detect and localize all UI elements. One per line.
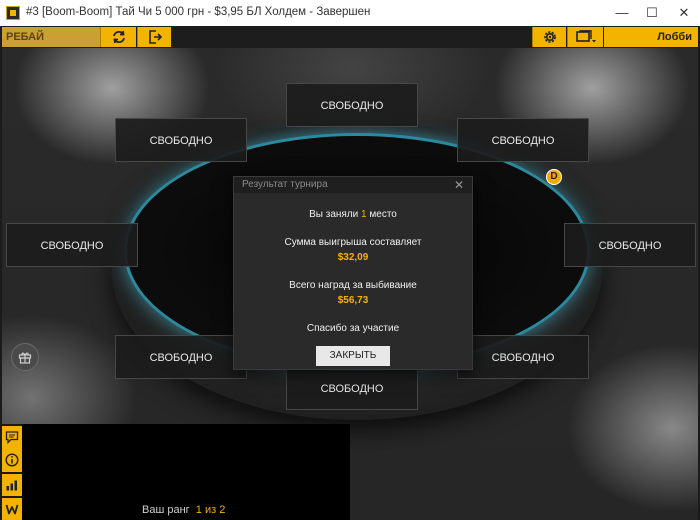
info-panel: Ваш ранг 1 из 2: [22, 424, 350, 520]
rank-value: 1 из 2: [195, 504, 226, 516]
bar-chart-icon: [6, 480, 17, 491]
winnings-label: Сумма выигрыша составляет: [284, 237, 422, 248]
close-window-button[interactable]: ✕: [668, 0, 700, 26]
gift-icon: [18, 352, 32, 364]
place-suffix: место: [366, 209, 397, 220]
seat-7[interactable]: СВОБОДНО: [457, 335, 589, 379]
refresh-icon: [112, 30, 125, 44]
tournament-result-dialog: Результат турнира ✕ Вы заняли 1 место Су…: [233, 176, 473, 370]
winnings-value: $32,09: [337, 252, 369, 263]
seat-4[interactable]: СВОБОДНО: [6, 223, 138, 267]
close-button[interactable]: ЗАКРЫТЬ: [316, 346, 390, 366]
lobby-button[interactable]: Лобби: [604, 27, 698, 47]
seat-3[interactable]: СВОБОДНО: [457, 118, 589, 162]
seat-5[interactable]: СВОБОДНО: [564, 223, 696, 267]
dialog-close-icon[interactable]: ✕: [454, 177, 464, 193]
seat-2[interactable]: СВОБОДНО: [115, 118, 247, 162]
dialog-title: Результат турнира: [242, 179, 328, 190]
window-titlebar: #3 [Boom-Boom] Тай Чи 5 000 грн - $3,95 …: [0, 0, 700, 27]
minimize-button[interactable]: —: [606, 0, 638, 26]
gift-button[interactable]: [11, 343, 39, 371]
thanks-text: Спасибо за участие: [306, 323, 400, 334]
place-prefix: Вы заняли: [309, 209, 362, 220]
bounty-value: $56,73: [337, 295, 369, 306]
app-icon: [6, 6, 20, 20]
seat-1[interactable]: СВОБОДНО: [286, 83, 418, 127]
table-toolbar: РЕБАЙ Лобби: [0, 26, 700, 48]
w-letter-icon: [5, 504, 19, 515]
rank-label: Ваш ранг: [142, 504, 190, 516]
maximize-button[interactable]: ☐: [636, 0, 668, 26]
info-tab[interactable]: [2, 448, 22, 472]
stats-tab[interactable]: [2, 474, 22, 496]
table-view-button[interactable]: [567, 27, 603, 47]
place-line: Вы заняли 1 место: [234, 209, 472, 220]
seat-6[interactable]: СВОБОДНО: [115, 335, 247, 379]
bounty-label: Всего наград за выбивание: [289, 280, 417, 291]
seat-8[interactable]: СВОБОДНО: [286, 366, 418, 410]
bottom-sidebar: [2, 424, 22, 520]
refresh-button[interactable]: [100, 27, 136, 47]
leave-table-button[interactable]: [137, 27, 171, 47]
chat-icon: [5, 431, 19, 444]
settings-button[interactable]: [532, 27, 566, 47]
chat-tab[interactable]: [2, 426, 22, 448]
info-icon: [5, 453, 19, 467]
dialog-header: Результат турнира ✕: [234, 177, 472, 193]
exit-icon: [148, 30, 162, 44]
rebuy-button[interactable]: РЕБАЙ: [2, 27, 100, 47]
rank-line: Ваш ранг 1 из 2: [142, 504, 225, 516]
table-layout-icon: [575, 30, 596, 43]
window-title: #3 [Boom-Boom] Тай Чи 5 000 грн - $3,95 …: [26, 6, 371, 18]
w-tab[interactable]: [2, 498, 22, 520]
dealer-button: D: [546, 169, 562, 185]
gear-icon: [543, 31, 556, 43]
